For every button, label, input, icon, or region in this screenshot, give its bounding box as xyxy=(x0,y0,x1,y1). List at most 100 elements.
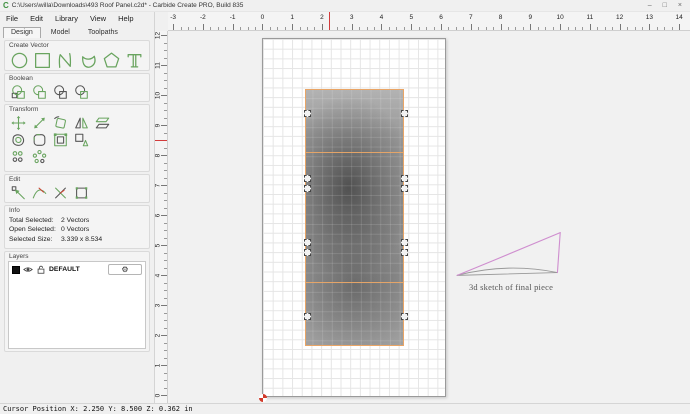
cursor-position-text: Cursor Position X: 2.250 Y: 8.500 Z: 0.3… xyxy=(3,405,193,413)
circle-icon[interactable] xyxy=(10,51,29,70)
rectangle-icon[interactable] xyxy=(33,51,52,70)
ruler-tick xyxy=(164,80,167,81)
ruler-label: 2 xyxy=(155,329,164,341)
join-icon[interactable] xyxy=(73,185,90,201)
selection-handle[interactable] xyxy=(401,239,408,246)
ruler-tick xyxy=(434,27,435,30)
section-transform: Transform xyxy=(4,104,150,172)
text-icon[interactable] xyxy=(125,51,144,70)
boolean-subtract-icon[interactable] xyxy=(31,84,48,100)
selection-handle[interactable] xyxy=(401,110,408,117)
sidebar-tabs: DesignModelToolpaths xyxy=(0,24,154,38)
grid-array-icon[interactable] xyxy=(10,149,27,165)
app-window: C C:\Users\willa\Downloads\493 Roof Pane… xyxy=(0,0,690,414)
layer-lock-icon[interactable] xyxy=(36,265,46,274)
mirror-icon[interactable] xyxy=(73,115,90,131)
fillet-icon[interactable] xyxy=(31,132,48,148)
annotation-text[interactable]: 3d sketch of final piece xyxy=(450,282,572,292)
selection-handle[interactable] xyxy=(304,110,311,117)
selection-handle[interactable] xyxy=(304,175,311,182)
selection-handle[interactable] xyxy=(401,175,408,182)
ruler-label: 12 xyxy=(613,14,627,21)
section-title-edit: Edit xyxy=(9,176,146,183)
app-logo-icon: C xyxy=(3,2,9,10)
ruler-tick xyxy=(164,260,167,261)
selected-model-shape[interactable] xyxy=(305,89,404,346)
selection-handle[interactable] xyxy=(304,239,311,246)
ruler-tick xyxy=(164,320,167,321)
trim-icon[interactable] xyxy=(52,185,69,201)
ruler-tick xyxy=(164,230,167,231)
ruler-tick xyxy=(471,24,472,30)
ruler-tick xyxy=(307,27,308,30)
ruler-tick xyxy=(493,27,494,30)
ruler-tick xyxy=(359,27,360,30)
selection-handle[interactable] xyxy=(401,185,408,192)
tab-toolpaths[interactable]: Toolpaths xyxy=(80,27,126,38)
section-layers: Layers xyxy=(4,251,150,352)
layer-settings-button[interactable]: ⚙ xyxy=(108,264,142,275)
boolean-intersect-icon[interactable] xyxy=(52,84,69,100)
ruler-label: 7 xyxy=(155,179,164,191)
rotate-icon[interactable] xyxy=(52,115,69,131)
ruler-tick xyxy=(164,193,167,194)
ruler-tick xyxy=(248,27,249,30)
offset-icon[interactable] xyxy=(10,132,27,148)
menu-help[interactable]: Help xyxy=(112,14,139,23)
selection-handle[interactable] xyxy=(304,313,311,320)
menu-library[interactable]: Library xyxy=(49,14,84,23)
minimize-button[interactable]: – xyxy=(648,1,652,11)
selection-handle[interactable] xyxy=(304,185,311,192)
layer-color-swatch[interactable] xyxy=(12,266,20,274)
ruler-tick xyxy=(203,24,204,30)
close-button[interactable]: × xyxy=(678,1,682,11)
maximize-button[interactable]: □ xyxy=(663,1,667,11)
ruler-tick xyxy=(164,290,167,291)
layer-visibility-icon[interactable] xyxy=(23,265,33,274)
sketch-drawing[interactable] xyxy=(450,228,572,280)
ruler-tick xyxy=(538,27,539,30)
ruler-tick xyxy=(404,27,405,30)
tab-model[interactable]: Model xyxy=(43,27,78,38)
layers-list: DEFAULT ⚙ xyxy=(8,261,146,349)
selection-handle[interactable] xyxy=(401,249,408,256)
design-canvas[interactable]: 3d sketch of final piece xyxy=(168,31,690,403)
shear-icon[interactable] xyxy=(94,115,111,131)
ruler-tick xyxy=(164,388,167,389)
node-edit-icon[interactable] xyxy=(10,185,27,201)
cursor-x-marker xyxy=(329,12,330,30)
layer-row[interactable]: DEFAULT ⚙ xyxy=(9,262,145,277)
align-icon[interactable] xyxy=(52,132,69,148)
boolean-union-icon[interactable] xyxy=(10,84,27,100)
selection-handle[interactable] xyxy=(401,313,408,320)
ruler-tick xyxy=(463,27,464,30)
info-value: 2 Vectors xyxy=(61,217,89,224)
selection-handle[interactable] xyxy=(304,249,311,256)
menu-view[interactable]: View xyxy=(84,14,112,23)
tab-design[interactable]: Design xyxy=(3,27,41,38)
curve-icon[interactable] xyxy=(56,51,75,70)
closed-curve-icon[interactable] xyxy=(79,51,98,70)
nest-icon[interactable] xyxy=(73,132,90,148)
sketch-annotation[interactable]: 3d sketch of final piece xyxy=(450,228,572,292)
ruler-label: 13 xyxy=(642,14,656,21)
polygon-icon[interactable] xyxy=(102,51,121,70)
ruler-tick xyxy=(553,27,554,30)
curve-edit-icon[interactable] xyxy=(31,185,48,201)
ruler-label: -1 xyxy=(226,14,240,21)
menu-edit[interactable]: Edit xyxy=(24,14,49,23)
circular-array-icon[interactable] xyxy=(31,149,48,165)
ruler-tick xyxy=(530,24,531,30)
section-create-vector: Create Vector xyxy=(4,40,150,71)
scale-icon[interactable] xyxy=(31,115,48,131)
section-boolean: Boolean xyxy=(4,73,150,102)
boolean-cut-icon[interactable] xyxy=(73,84,90,100)
menu-file[interactable]: File xyxy=(0,14,24,23)
ruler-tick xyxy=(164,88,167,89)
move-icon[interactable] xyxy=(10,115,27,131)
ruler-label: 5 xyxy=(155,239,164,251)
stock-area[interactable] xyxy=(262,38,446,397)
ruler-tick xyxy=(181,27,182,30)
ruler-tick xyxy=(164,268,167,269)
ruler-label: 11 xyxy=(155,59,164,71)
